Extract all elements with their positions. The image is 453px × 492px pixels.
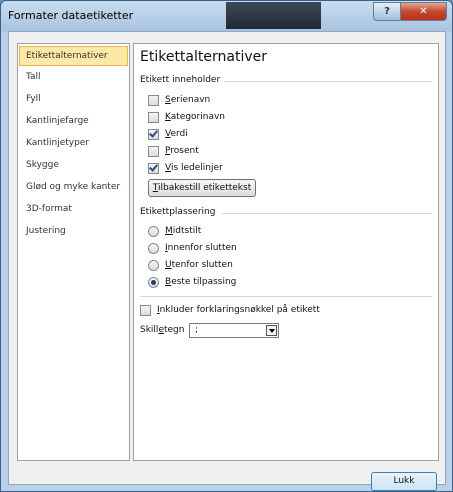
radio-circle[interactable]: [148, 226, 159, 237]
section-label-contains: Etikett inneholder: [140, 75, 221, 85]
dialog-window: Formater dataetiketter ? ✕ Etikettaltern…: [0, 0, 453, 492]
section-divider: [222, 213, 432, 214]
sidebar-item-kantlinjefarge[interactable]: Kantlinjefarge: [18, 110, 129, 132]
help-button[interactable]: ?: [373, 2, 401, 21]
checkbox-box[interactable]: [148, 112, 159, 123]
sidebar-item-skygge[interactable]: Skygge: [18, 154, 129, 176]
options-panel: Etikettalternativer Etikett inneholder S…: [133, 43, 439, 461]
sidebar-item-etikettalternativer[interactable]: Etikettalternativer: [19, 46, 128, 66]
separator-value: ;: [195, 325, 199, 335]
checkbox-box[interactable]: [148, 95, 159, 106]
sidebar-item-fyll[interactable]: Fyll: [18, 88, 129, 110]
section-label-placement: Etikettplassering: [140, 207, 216, 217]
sidebar-item-justering[interactable]: Justering: [18, 220, 129, 242]
section-divider: [140, 296, 432, 297]
category-list: Etikettalternativer Tall Fyll Kantlinjef…: [17, 43, 130, 461]
dialog-content: Etikettalternativer Tall Fyll Kantlinjef…: [8, 31, 446, 491]
window-close-button[interactable]: ✕: [400, 2, 447, 21]
checkbox-box[interactable]: [148, 146, 159, 157]
radio-circle[interactable]: [148, 277, 159, 288]
chevron-down-icon[interactable]: [266, 325, 277, 336]
title-bar-background: [226, 2, 321, 29]
separator-select[interactable]: ;: [189, 323, 279, 338]
close-button[interactable]: Lukk: [371, 472, 437, 491]
checkbox-box[interactable]: [148, 129, 159, 140]
sidebar-item-3d-format[interactable]: 3D-format: [18, 198, 129, 220]
separator-label: Skilletegn: [140, 325, 185, 335]
section-divider: [224, 81, 432, 82]
checkbox-box[interactable]: [148, 163, 159, 174]
panel-title: Etikettalternativer: [140, 49, 267, 65]
title-bar: Formater dataetiketter ? ✕: [1, 1, 452, 31]
reset-label-text-button[interactable]: Tilbakestill etikettekst: [148, 179, 256, 197]
radio-circle[interactable]: [148, 243, 159, 254]
sidebar-item-tall[interactable]: Tall: [18, 66, 129, 88]
radio-circle[interactable]: [148, 260, 159, 271]
checkbox-box[interactable]: [140, 305, 151, 316]
window-title: Formater dataetiketter: [8, 9, 134, 22]
sidebar-item-glod[interactable]: Glød og myke kanter: [18, 176, 129, 198]
sidebar-item-kantlinjetyper[interactable]: Kantlinjetyper: [18, 132, 129, 154]
